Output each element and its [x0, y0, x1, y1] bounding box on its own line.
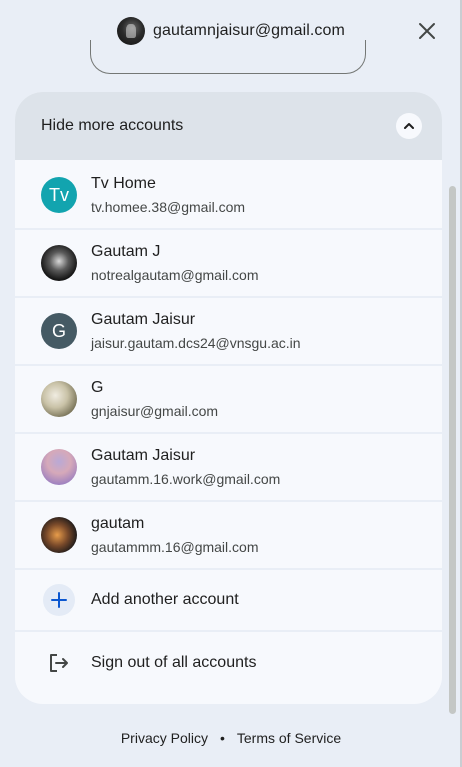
terms-of-service-link[interactable]: Terms of Service [237, 730, 341, 746]
account-item-g[interactable]: G gnjaisur@gmail.com [15, 366, 442, 434]
avatar: G [41, 313, 77, 349]
account-name: Gautam Jaisur [91, 447, 196, 464]
avatar [41, 449, 77, 485]
scrollbar[interactable] [449, 186, 456, 714]
accounts-panel: Hide more accounts Tv Tv Home tv.homee.3… [15, 92, 442, 704]
add-another-account-button[interactable]: Add another account [15, 570, 442, 632]
account-item-gautam[interactable]: gautam gautammm.16@gmail.com [15, 502, 442, 570]
current-account-email: gautamnjaisur@gmail.com [153, 22, 345, 39]
add-account-label: Add another account [91, 591, 239, 608]
account-email: notrealgautam@gmail.com [91, 267, 259, 283]
close-icon [419, 23, 435, 39]
hide-more-accounts-toggle[interactable]: Hide more accounts [15, 92, 442, 160]
chevron-up-icon [396, 113, 422, 139]
account-email: tv.homee.38@gmail.com [91, 199, 246, 215]
sign-out-label: Sign out of all accounts [91, 654, 257, 671]
sign-out-icon [43, 647, 75, 679]
account-list: Tv Tv Home tv.homee.38@gmail.com Gautam … [15, 162, 442, 694]
manage-account-button[interactable] [90, 40, 366, 74]
account-email: jaisur.gautam.dcs24@vnsgu.ac.in [91, 335, 301, 351]
scrollbar-thumb[interactable] [449, 186, 456, 714]
account-item-gautam-jaisur-vnsgu[interactable]: G Gautam Jaisur jaisur.gautam.dcs24@vnsg… [15, 298, 442, 366]
plus-icon [43, 584, 75, 616]
account-item-gautam-j[interactable]: Gautam J notrealgautam@gmail.com [15, 230, 442, 298]
account-email: gnjaisur@gmail.com [91, 403, 219, 419]
privacy-policy-link[interactable]: Privacy Policy [121, 730, 208, 746]
account-item-gautam-jaisur-work[interactable]: Gautam Jaisur gautamm.16.work@gmail.com [15, 434, 442, 502]
avatar [41, 381, 77, 417]
toggle-label: Hide more accounts [41, 117, 184, 134]
account-name: gautam [91, 515, 145, 532]
sign-out-all-button[interactable]: Sign out of all accounts [15, 632, 442, 694]
footer: Privacy Policy • Terms of Service [0, 728, 462, 748]
avatar [41, 245, 77, 281]
account-name: Gautam Jaisur [91, 311, 196, 328]
avatar [41, 517, 77, 553]
account-name: Tv Home [91, 175, 156, 192]
account-name: Gautam J [91, 243, 161, 260]
account-email: gautammm.16@gmail.com [91, 539, 259, 555]
avatar: Tv [41, 177, 77, 213]
account-item-tv-home[interactable]: Tv Tv Home tv.homee.38@gmail.com [15, 162, 442, 230]
account-name: G [91, 379, 104, 396]
account-email: gautamm.16.work@gmail.com [91, 471, 281, 487]
close-button[interactable] [412, 16, 442, 46]
footer-separator: • [219, 730, 225, 746]
